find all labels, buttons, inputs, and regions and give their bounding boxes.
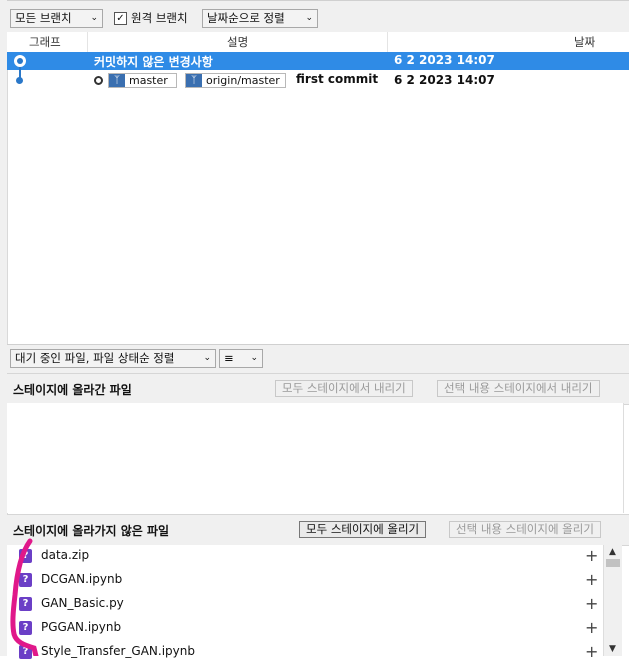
list-item[interactable]: ? PGGAN.ipynb +: [7, 617, 603, 639]
chevron-down-icon: ⌄: [203, 353, 211, 363]
graph-node-uncommitted-icon: [14, 55, 26, 67]
column-graph[interactable]: 그래프: [29, 34, 61, 50]
list-item[interactable]: ? Style_Transfer_GAN.ipynb +: [7, 641, 603, 663]
scroll-up-icon[interactable]: ▲: [609, 547, 616, 557]
unstage-all-button[interactable]: 모두 스테이지에서 내리기: [275, 380, 413, 397]
unstaged-files-header: 스테이지에 올라가지 않은 파일 모두 스테이지에 올리기 선택 내용 스테이지…: [7, 514, 629, 546]
stage-all-button[interactable]: 모두 스테이지에 올리기: [299, 521, 427, 538]
list-item[interactable]: ? GAN_Basic.py +: [7, 593, 603, 615]
untracked-file-icon: ?: [19, 645, 32, 659]
commit-list-header: 그래프 설명 날짜: [7, 32, 629, 53]
chevron-down-icon: ⌄: [305, 13, 313, 23]
scroll-down-icon[interactable]: ▼: [609, 644, 616, 654]
staged-files-list[interactable]: [7, 403, 624, 513]
untracked-file-icon: ?: [19, 621, 32, 635]
scrollbar-thumb[interactable]: [606, 559, 620, 567]
file-options-bar: 대기 중인 파일, 파일 상태순 정렬 ⌄ ≡ ⌄: [7, 344, 629, 373]
file-list-scrollbar[interactable]: ▲ ▼: [603, 545, 622, 656]
file-name: data.zip: [41, 548, 90, 562]
stage-file-plus-icon[interactable]: +: [585, 570, 598, 589]
file-name: PGGAN.ipynb: [41, 620, 122, 634]
file-name: DCGAN.ipynb: [41, 572, 123, 586]
history-toolbar: 모든 브랜치 ⌄ ✓ 원격 브랜치 날짜순으로 정렬 ⌄: [7, 0, 629, 33]
staged-files-header: 스테이지에 올라간 파일 모두 스테이지에서 내리기 선택 내용 스테이지에서 …: [7, 373, 629, 405]
chevron-down-icon: ⌄: [90, 13, 98, 23]
stage-selected-button[interactable]: 선택 내용 스테이지에 올리기: [449, 521, 601, 538]
sort-order-dropdown[interactable]: 날짜순으로 정렬 ⌄: [202, 9, 318, 28]
view-mode-dropdown[interactable]: ≡ ⌄: [219, 349, 263, 368]
chevron-down-icon: ⌄: [250, 353, 258, 363]
remote-branches-label: 원격 브랜치: [131, 11, 188, 25]
sort-order-label: 날짜순으로 정렬: [207, 11, 285, 25]
list-icon: ≡: [224, 351, 234, 365]
branch-icon: ᛉ: [186, 74, 202, 87]
commit-date: 6 2 2023 14:07: [394, 73, 495, 87]
stage-file-plus-icon[interactable]: +: [585, 594, 598, 613]
stage-file-plus-icon[interactable]: +: [585, 642, 598, 661]
column-date[interactable]: 날짜: [574, 34, 595, 50]
file-sort-dropdown[interactable]: 대기 중인 파일, 파일 상태순 정렬 ⌄: [10, 349, 216, 368]
untracked-file-icon: ?: [19, 573, 32, 587]
remote-branches-checkbox[interactable]: ✓: [114, 12, 127, 25]
branch-tag-label: origin/master: [206, 74, 280, 87]
branch-tag-label: master: [129, 74, 168, 87]
untracked-file-icon: ?: [19, 597, 32, 611]
list-item[interactable]: ? DCGAN.ipynb +: [7, 569, 603, 591]
branch-filter-dropdown[interactable]: 모든 브랜치 ⌄: [10, 9, 103, 28]
list-item[interactable]: ? data.zip +: [7, 545, 603, 567]
file-name: GAN_Basic.py: [41, 596, 124, 610]
branch-tag-master[interactable]: ᛉ master: [108, 73, 177, 88]
branch-icon: ᛉ: [109, 74, 125, 87]
untracked-file-icon: ?: [19, 549, 32, 563]
column-description[interactable]: 설명: [227, 34, 248, 50]
stage-file-plus-icon[interactable]: +: [585, 546, 598, 565]
commit-message: 커밋하지 않은 변경사항: [94, 55, 213, 69]
file-sort-label: 대기 중인 파일, 파일 상태순 정렬: [15, 351, 175, 365]
staged-files-title: 스테이지에 올라간 파일: [13, 383, 132, 397]
graph-node-commit-icon: [16, 77, 23, 84]
commit-date: 6 2 2023 14:07: [394, 53, 495, 67]
commit-message: first commit: [296, 72, 379, 86]
unstage-selected-button[interactable]: 선택 내용 스테이지에서 내리기: [437, 380, 600, 397]
head-ring-icon: [94, 76, 103, 85]
unstaged-files-list: ? data.zip + ? DCGAN.ipynb + ? GAN_Basic…: [7, 545, 603, 661]
branch-tag-origin-master[interactable]: ᛉ origin/master: [185, 73, 286, 88]
stage-file-plus-icon[interactable]: +: [585, 618, 598, 637]
unstaged-files-title: 스테이지에 올라가지 않은 파일: [13, 524, 170, 538]
branch-filter-label: 모든 브랜치: [15, 11, 72, 25]
